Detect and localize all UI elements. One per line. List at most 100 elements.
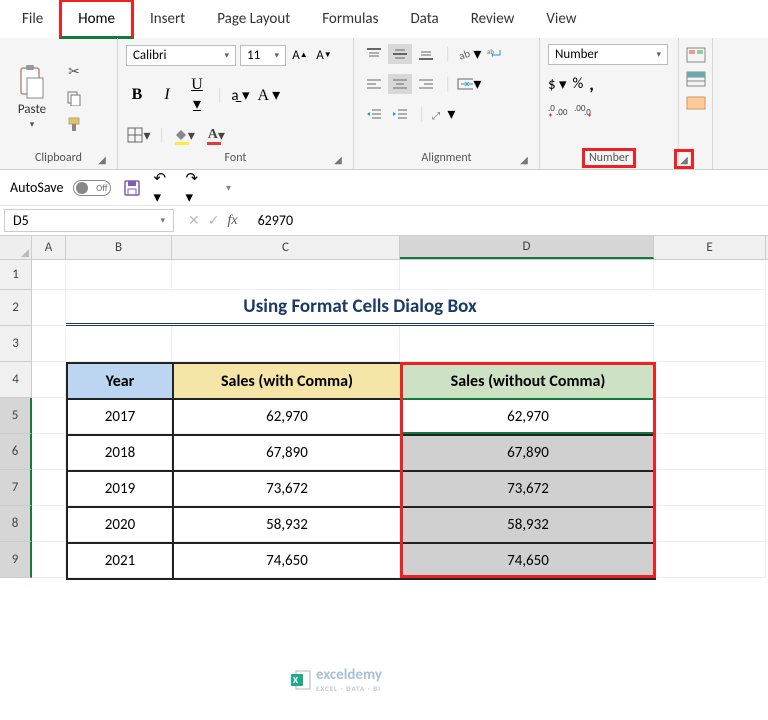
row-header-8[interactable]: 8 [0, 506, 32, 542]
align-center-icon[interactable] [388, 74, 412, 94]
decrease-decimal-icon[interactable]: .00.0 [574, 103, 594, 117]
col-header-E[interactable]: E [654, 236, 766, 259]
confirm-edit-icon[interactable]: ✓ [208, 212, 220, 229]
table-cell[interactable]: 2017 [67, 399, 173, 435]
font-color-icon[interactable]: A▾ [203, 124, 229, 146]
accounting-format-icon[interactable]: $ ▾ [548, 75, 567, 94]
align-bottom-icon[interactable] [414, 44, 438, 64]
table-cell[interactable]: 62,970 [173, 399, 401, 435]
group-label-number: Number [582, 148, 636, 168]
table-cell[interactable]: 58,932 [401, 507, 655, 543]
tab-review[interactable]: Review [455, 2, 531, 36]
format-painter-icon[interactable] [64, 115, 84, 133]
table-cell[interactable]: 62,970 [401, 399, 655, 435]
col-header-D[interactable]: D [400, 236, 654, 259]
redo-icon[interactable]: ↷ ▾ [185, 177, 207, 199]
save-icon[interactable] [121, 177, 143, 199]
undo-icon[interactable]: ↶ ▾ [153, 177, 175, 199]
borders-icon[interactable]: ▾ [126, 124, 152, 146]
fx-icon[interactable]: fx [227, 213, 237, 229]
table-cell[interactable]: 74,650 [173, 543, 401, 579]
tab-data[interactable]: Data [394, 2, 454, 36]
decrease-indent-icon[interactable] [362, 104, 386, 124]
tab-view[interactable]: View [530, 2, 592, 36]
table-cell[interactable]: 67,890 [173, 435, 401, 471]
tab-pagelayout[interactable]: Page Layout [201, 2, 306, 36]
number-format-combo[interactable]: Number▾ [548, 44, 668, 65]
table-cell[interactable]: 73,672 [173, 471, 401, 507]
autosave-toggle[interactable]: Off [73, 180, 111, 196]
watermark-sub: EXCEL · DATA · BI [316, 684, 382, 693]
group-label-font: Font [225, 151, 247, 165]
tab-insert[interactable]: Insert [134, 2, 201, 36]
header-year: Year [67, 363, 173, 399]
row-header-5[interactable]: 5 [0, 398, 32, 434]
increase-font-icon[interactable]: A▲ [290, 44, 310, 66]
font-name-combo[interactable]: Calibri▾ [126, 45, 236, 66]
decrease-font-icon[interactable]: A▼ [314, 44, 334, 66]
col-header-C[interactable]: C [172, 236, 400, 259]
sheet-title: Using Format Cells Dialog Box [66, 290, 654, 326]
bold-button[interactable]: B [126, 86, 148, 104]
orientation-diag-icon[interactable]: ⤢▾ [431, 104, 455, 124]
row-header-2[interactable]: 2 [0, 290, 32, 326]
col-header-A[interactable]: A [32, 236, 66, 259]
table-cell[interactable]: 2020 [67, 507, 173, 543]
chevron-down-icon: ▾ [30, 119, 35, 130]
increase-indent-icon[interactable] [388, 104, 412, 124]
watermark-text: exceldemy [316, 666, 382, 684]
row-header-7[interactable]: 7 [0, 470, 32, 506]
row-header-6[interactable]: 6 [0, 434, 32, 470]
qat-customize-icon[interactable]: ▾ [217, 177, 239, 199]
comma-format-icon[interactable]: , [589, 73, 594, 95]
col-header-B[interactable]: B [66, 236, 172, 259]
font-size-combo[interactable]: 11▾ [240, 45, 286, 66]
row-header-1[interactable]: 1 [0, 260, 32, 290]
table-cell[interactable]: 2021 [67, 543, 173, 579]
orientation-icon[interactable]: ab▾ [457, 44, 481, 64]
cell-styles-icon[interactable] [685, 94, 707, 112]
row-header-4[interactable]: 4 [0, 362, 32, 398]
cell-grid[interactable]: Using Format Cells Dialog Box Year Sales… [32, 260, 768, 578]
alignment-launcher-icon[interactable]: ◢ [517, 152, 531, 166]
header-with-comma: Sales (with Comma) [173, 363, 401, 399]
align-top-icon[interactable] [362, 44, 386, 64]
cancel-edit-icon[interactable]: ✕ [188, 212, 200, 229]
table-cell[interactable]: 73,672 [401, 471, 655, 507]
merge-center-icon[interactable]: ▾ [457, 74, 481, 94]
data-table: Year Sales (with Comma) Sales (without C… [66, 362, 656, 580]
align-left-icon[interactable] [362, 74, 386, 94]
table-cell[interactable]: 58,932 [173, 507, 401, 543]
name-box[interactable]: D5▾ [4, 209, 174, 232]
clipboard-icon [15, 62, 49, 102]
align-middle-icon[interactable] [388, 44, 412, 64]
tab-formulas[interactable]: Formulas [306, 2, 394, 36]
copy-icon[interactable] [64, 89, 84, 107]
row-header-9[interactable]: 9 [0, 542, 32, 578]
select-all-corner[interactable] [0, 236, 32, 259]
format-table-icon[interactable] [685, 70, 707, 88]
table-cell[interactable]: 74,650 [401, 543, 655, 579]
percent-format-icon[interactable]: % [573, 75, 584, 93]
table-cell[interactable]: 2019 [67, 471, 173, 507]
align-right-icon[interactable] [414, 74, 438, 94]
font-style-a-icon[interactable]: A ▾ [257, 85, 280, 105]
column-headers: A B C D E [0, 236, 768, 260]
conditional-formatting-icon[interactable] [685, 46, 707, 64]
row-header-3[interactable]: 3 [0, 326, 32, 362]
italic-button[interactable]: I [156, 86, 178, 104]
fill-color-icon[interactable]: ▾ [171, 124, 197, 146]
table-cell[interactable]: 67,890 [401, 435, 655, 471]
underline-button[interactable]: U ▾ [186, 76, 208, 114]
paste-button[interactable]: Paste ▾ [6, 62, 58, 130]
tab-file[interactable]: File [6, 2, 59, 36]
double-underline-icon[interactable]: a̲̲ ▾ [231, 86, 249, 105]
wrap-text-icon[interactable]: ab [483, 44, 507, 64]
formula-input[interactable]: 62970 [248, 210, 768, 231]
cut-icon[interactable]: ✂ [64, 63, 84, 81]
increase-decimal-icon[interactable]: .0.00 [548, 103, 568, 117]
font-launcher-icon[interactable]: ◢ [331, 152, 345, 166]
clipboard-launcher-icon[interactable]: ◢ [95, 152, 109, 166]
tab-home[interactable]: Home [59, 0, 134, 39]
table-cell[interactable]: 2018 [67, 435, 173, 471]
